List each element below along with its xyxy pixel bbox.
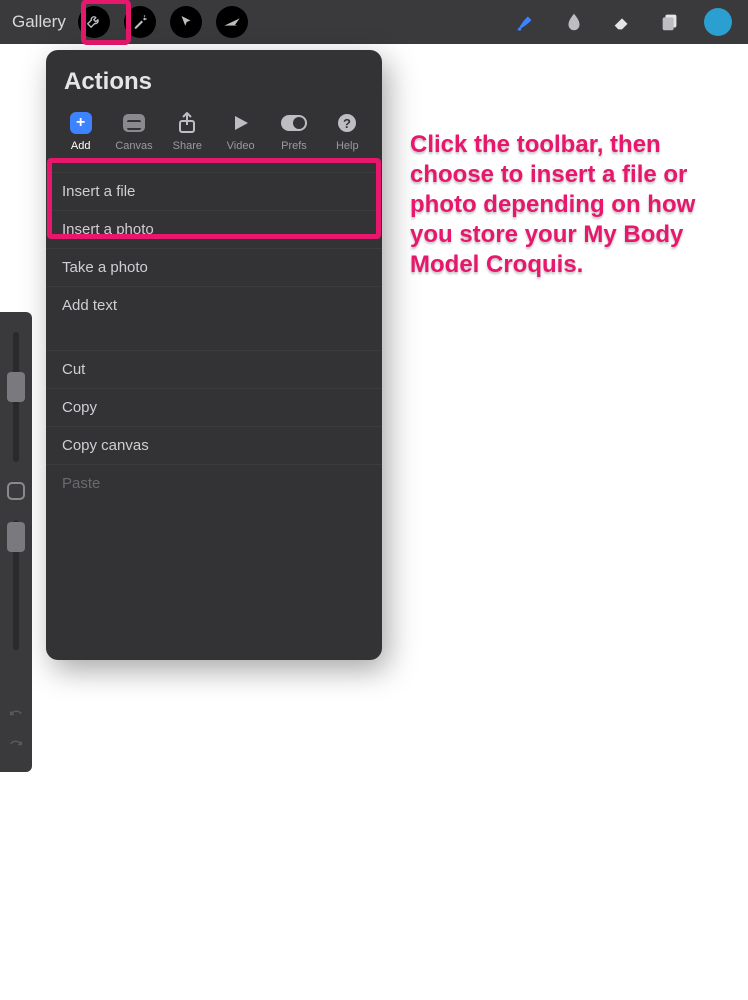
opacity-slider[interactable] bbox=[13, 520, 19, 650]
action-add-text[interactable]: Add text bbox=[46, 286, 382, 324]
help-icon: ? bbox=[334, 110, 360, 136]
action-copy[interactable]: Copy bbox=[46, 388, 382, 426]
actions-list: Insert a file Insert a photo Take a phot… bbox=[46, 162, 382, 502]
layers-icon[interactable] bbox=[656, 8, 684, 36]
category-row: + Add Canvas Share Video Prefs ? bbox=[46, 110, 382, 162]
transform-arrow-icon[interactable] bbox=[216, 6, 248, 38]
category-label: Canvas bbox=[115, 140, 152, 152]
action-cut[interactable]: Cut bbox=[46, 350, 382, 388]
svg-text:?: ? bbox=[343, 116, 351, 131]
panel-title: Actions bbox=[46, 50, 382, 110]
modify-button[interactable] bbox=[7, 482, 25, 500]
toggle-icon bbox=[281, 115, 307, 131]
smudge-icon[interactable] bbox=[560, 8, 588, 36]
category-help[interactable]: ? Help bbox=[322, 110, 372, 152]
slider-thumb[interactable] bbox=[7, 522, 25, 552]
color-swatch[interactable] bbox=[704, 8, 732, 36]
action-take-photo[interactable]: Take a photo bbox=[46, 248, 382, 286]
right-toolbar-icons bbox=[512, 8, 736, 36]
slider-thumb[interactable] bbox=[7, 372, 25, 402]
category-canvas[interactable]: Canvas bbox=[109, 110, 159, 152]
selection-icon[interactable] bbox=[170, 6, 202, 38]
action-copy-canvas[interactable]: Copy canvas bbox=[46, 426, 382, 464]
plus-icon: + bbox=[70, 112, 92, 134]
redo-icon[interactable] bbox=[7, 734, 25, 752]
gallery-link[interactable]: Gallery bbox=[12, 12, 66, 32]
magic-wand-icon[interactable] bbox=[124, 6, 156, 38]
category-prefs[interactable]: Prefs bbox=[269, 110, 319, 152]
action-insert-photo[interactable]: Insert a photo bbox=[46, 210, 382, 248]
undo-icon[interactable] bbox=[7, 704, 25, 722]
category-label: Add bbox=[71, 140, 91, 152]
top-toolbar: Gallery bbox=[0, 0, 748, 44]
action-paste: Paste bbox=[46, 464, 382, 502]
play-icon bbox=[228, 110, 254, 136]
category-label: Help bbox=[336, 140, 359, 152]
category-label: Prefs bbox=[281, 140, 307, 152]
canvas-icon bbox=[123, 114, 145, 132]
brush-icon[interactable] bbox=[512, 8, 540, 36]
category-add[interactable]: + Add bbox=[56, 110, 106, 152]
actions-panel: Actions + Add Canvas Share Video Prefs bbox=[46, 50, 382, 660]
brush-size-slider[interactable] bbox=[13, 332, 19, 462]
category-label: Share bbox=[173, 140, 202, 152]
category-share[interactable]: Share bbox=[162, 110, 212, 152]
left-sidebar bbox=[0, 312, 32, 772]
wrench-icon[interactable] bbox=[78, 6, 110, 38]
instruction-annotation: Click the toolbar, then choose to insert… bbox=[410, 130, 720, 280]
eraser-icon[interactable] bbox=[608, 8, 636, 36]
category-label: Video bbox=[227, 140, 255, 152]
category-video[interactable]: Video bbox=[216, 110, 266, 152]
share-icon bbox=[174, 110, 200, 136]
action-insert-file[interactable]: Insert a file bbox=[46, 172, 382, 210]
